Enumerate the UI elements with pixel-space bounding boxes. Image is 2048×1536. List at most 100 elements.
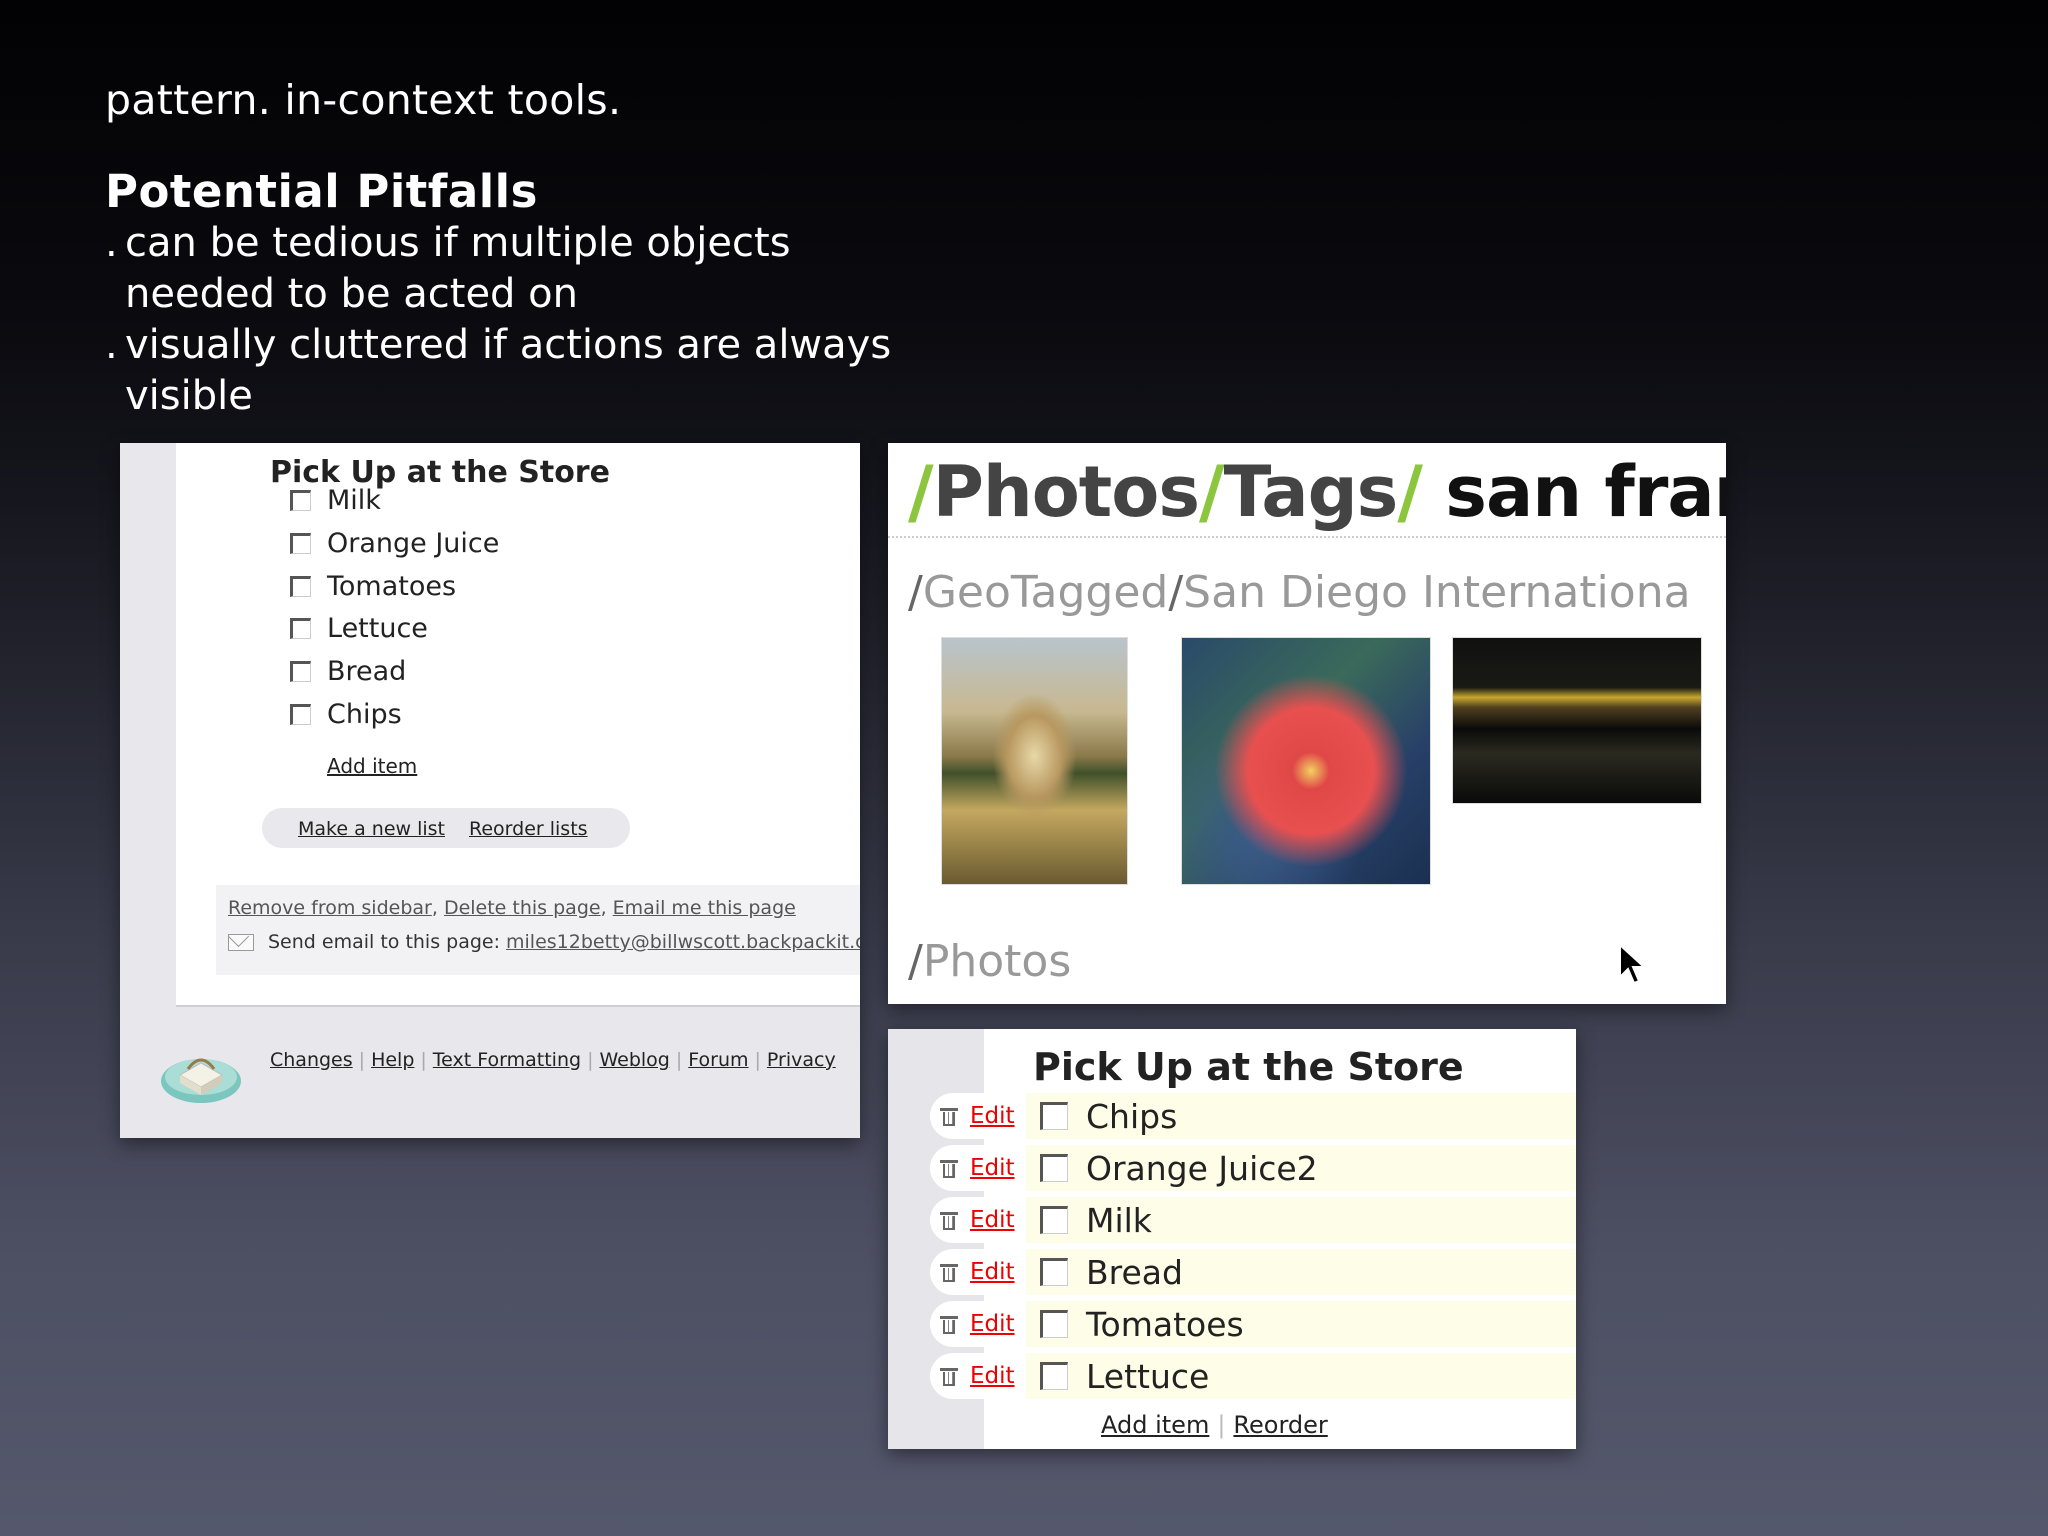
location-link[interactable]: San Diego Internationa: [1183, 567, 1690, 618]
row-tools: Edit: [930, 1197, 1020, 1243]
send-email-label: Send email to this page:: [268, 931, 501, 953]
photo-thumbnail[interactable]: [942, 638, 1127, 884]
list-item[interactable]: Milk: [1026, 1197, 1576, 1243]
geotagged-link[interactable]: GeoTagged: [923, 567, 1169, 618]
list-item-label: Milk: [327, 484, 381, 516]
email-page-link[interactable]: Email me this page: [613, 897, 796, 919]
checkbox-icon[interactable]: [1040, 1310, 1068, 1338]
list-actions-pill: Make a new list Reorder lists: [262, 808, 630, 848]
edit-link[interactable]: Edit: [970, 1259, 1015, 1285]
checkbox-icon[interactable]: [1040, 1258, 1068, 1286]
row-tools: Edit: [930, 1353, 1020, 1399]
separator: |: [1217, 1411, 1226, 1439]
tag-breadcrumb: /Photos/Tags/ san franc: [908, 451, 1726, 533]
photo-thumbnail[interactable]: [1453, 638, 1701, 803]
list-item[interactable]: Bread: [1026, 1249, 1576, 1295]
list-item[interactable]: Chips: [1026, 1093, 1576, 1139]
page-actions: Remove from sidebar, Delete this page, E…: [228, 897, 796, 919]
send-email-row: Send email to this page: miles12betty@bi…: [228, 931, 860, 953]
add-item-link[interactable]: Add item: [1101, 1411, 1209, 1439]
nav-link-help[interactable]: Help: [371, 1049, 414, 1071]
photos-section-link[interactable]: Photos: [923, 936, 1071, 987]
trash-icon[interactable]: [940, 1366, 958, 1386]
list-row: Edit Lettuce: [930, 1353, 1576, 1399]
delete-page-link[interactable]: Delete this page: [444, 897, 601, 919]
reorder-link[interactable]: Reorder: [1233, 1411, 1327, 1439]
breadcrumb-tags-link[interactable]: Tags: [1224, 451, 1399, 533]
list-item-label: Orange Juice: [327, 527, 500, 559]
make-new-list-link[interactable]: Make a new list: [298, 818, 445, 840]
send-email-address-link[interactable]: miles12betty@billwscott.backpackit.co: [506, 931, 860, 953]
list-item-label: Orange Juice2: [1086, 1148, 1318, 1188]
list-row: Edit Chips: [930, 1093, 1576, 1139]
remove-from-sidebar-link[interactable]: Remove from sidebar: [228, 897, 432, 919]
in-context-list-panel: Pick Up at the Store Edit Chips Edit Ora…: [888, 1029, 1576, 1449]
row-tools: Edit: [930, 1093, 1020, 1139]
reorder-lists-link[interactable]: Reorder lists: [469, 818, 588, 840]
list-item-label: Bread: [327, 655, 407, 687]
list-item[interactable]: Lettuce: [1026, 1353, 1576, 1399]
list-item[interactable]: Orange Juice2: [1026, 1145, 1576, 1191]
checkbox-icon[interactable]: [290, 617, 311, 639]
checkbox-icon[interactable]: [290, 575, 311, 597]
breadcrumb-separator: /: [1199, 451, 1225, 533]
add-item-link[interactable]: Add item: [327, 754, 417, 778]
checkbox-icon[interactable]: [1040, 1154, 1068, 1182]
photos-section-heading: /Photos: [908, 936, 1071, 987]
trash-icon[interactable]: [940, 1106, 958, 1126]
list-item[interactable]: Milk: [290, 482, 381, 518]
nav-link-changes[interactable]: Changes: [270, 1049, 353, 1071]
nav-link-text-formatting[interactable]: Text Formatting: [433, 1049, 581, 1071]
row-tools: Edit: [930, 1249, 1020, 1295]
footer-nav: Changes | Help | Text Formatting | Weblog | Foru…: [270, 1049, 836, 1071]
list-item[interactable]: Lettuce: [290, 610, 428, 646]
mouse-pointer-icon: [1619, 943, 1647, 985]
photo-thumbnail[interactable]: [1182, 638, 1430, 884]
checkbox-icon[interactable]: [1040, 1362, 1068, 1390]
photos-screenshot-panel: /Photos/Tags/ san franc /GeoTagged/San D…: [888, 443, 1726, 1004]
checkbox-icon[interactable]: [290, 532, 311, 554]
page-actions-box: Remove from sidebar, Delete this page, E…: [216, 885, 860, 975]
list-item-label: Lettuce: [1086, 1356, 1210, 1396]
edit-link[interactable]: Edit: [970, 1103, 1015, 1129]
slide-kicker: pattern. in-context tools.: [105, 76, 622, 124]
trash-icon[interactable]: [940, 1158, 958, 1178]
nav-link-forum[interactable]: Forum: [688, 1049, 748, 1071]
nav-link-privacy[interactable]: Privacy: [767, 1049, 836, 1071]
bullet-item: . can be tedious if multiple objects nee…: [105, 218, 905, 320]
list-item[interactable]: Tomatoes: [290, 568, 456, 604]
checkbox-icon[interactable]: [1040, 1206, 1068, 1234]
list-footer-actions: Add item | Reorder: [1101, 1411, 1328, 1439]
breadcrumb-separator: /: [908, 936, 923, 987]
list-item[interactable]: Chips: [290, 696, 402, 732]
list-item[interactable]: Orange Juice: [290, 525, 499, 561]
row-tools: Edit: [930, 1145, 1020, 1191]
checkbox-icon[interactable]: [290, 489, 311, 511]
trash-icon[interactable]: [940, 1262, 958, 1282]
bullet-dot: .: [105, 322, 118, 368]
edit-link[interactable]: Edit: [970, 1155, 1015, 1181]
checkbox-icon[interactable]: [290, 703, 311, 725]
list-item[interactable]: Bread: [290, 653, 406, 689]
edit-link[interactable]: Edit: [970, 1311, 1015, 1337]
nav-link-weblog[interactable]: Weblog: [599, 1049, 669, 1071]
list-item-label: Chips: [327, 698, 402, 730]
checkbox-icon[interactable]: [290, 660, 311, 682]
list-item[interactable]: Tomatoes: [1026, 1301, 1576, 1347]
breadcrumb-separator: /: [908, 567, 923, 618]
checkbox-icon[interactable]: [1040, 1102, 1068, 1130]
geo-breadcrumb: /GeoTagged/San Diego Internationa: [908, 567, 1691, 618]
trash-icon[interactable]: [940, 1210, 958, 1230]
list-row: Edit Bread: [930, 1249, 1576, 1295]
backpack-logo-icon[interactable]: [158, 1033, 244, 1107]
breadcrumb-photos-link[interactable]: Photos: [933, 451, 1200, 533]
slide-heading: Potential Pitfalls: [105, 165, 538, 218]
edit-link[interactable]: Edit: [970, 1207, 1015, 1233]
list-item-label: Tomatoes: [327, 570, 457, 602]
breadcrumb-current-tag: san franc: [1445, 451, 1726, 533]
trash-icon[interactable]: [940, 1314, 958, 1334]
list-item-label: Chips: [1086, 1096, 1178, 1136]
breadcrumb-separator: /: [908, 451, 934, 533]
row-tools: Edit: [930, 1301, 1020, 1347]
edit-link[interactable]: Edit: [970, 1363, 1015, 1389]
